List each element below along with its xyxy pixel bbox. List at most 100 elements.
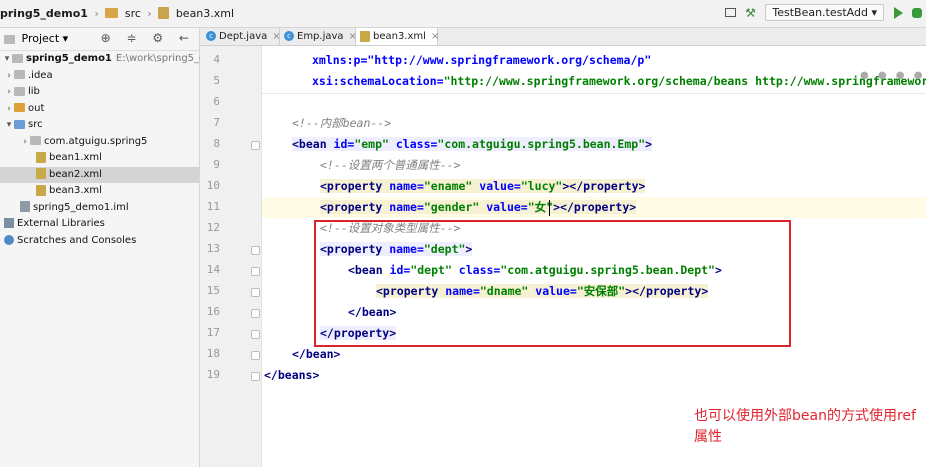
code-attr: name=	[389, 179, 424, 193]
toolbar: ⚒ TestBean.testAdd ▾	[719, 4, 926, 24]
tree-item-external-libraries[interactable]: External Libraries	[0, 216, 199, 233]
tree-item-bean1[interactable]: bean1.xml	[0, 150, 199, 167]
tree-item-label: External Libraries	[17, 218, 105, 229]
project-panel-header: Project ▾ ⊕ ≑ ⚙ ←	[0, 28, 199, 51]
fold-marker-icon[interactable]	[251, 141, 260, 150]
code-value: "lucy"	[520, 179, 563, 193]
project-view-select[interactable]: Project ▾	[4, 32, 68, 45]
line-number: 7	[213, 116, 220, 129]
close-icon[interactable]: ×	[431, 31, 439, 42]
run-config-label: TestBean.testAdd	[772, 6, 868, 19]
line-number: 9	[213, 158, 220, 171]
debug-icon[interactable]	[912, 7, 922, 18]
code-attr: value=	[472, 179, 521, 193]
chevron-right-icon[interactable]: ›	[4, 68, 14, 85]
line-number: 18	[206, 347, 220, 360]
fold-marker-icon[interactable]	[251, 330, 260, 339]
tab-dept-java[interactable]: c Dept.java ×	[202, 28, 281, 45]
fold-marker-icon[interactable]	[251, 288, 260, 297]
tree-item-lib[interactable]: › lib	[0, 84, 199, 101]
fold-marker-icon[interactable]	[251, 351, 260, 360]
line-number: 17	[206, 326, 220, 339]
code-attr: name=	[389, 200, 424, 214]
code-tag: ></property>	[553, 200, 637, 214]
chevron-down-icon: ▾	[62, 32, 69, 45]
project-panel-tools[interactable]: ⊕ ≑ ⚙ ←	[101, 31, 195, 45]
chevron-right-icon[interactable]: ›	[4, 101, 14, 118]
divider	[262, 93, 926, 94]
browser-preview-icons[interactable]: ● ● ● ●	[860, 70, 925, 81]
tab-label: Emp.java	[297, 31, 344, 42]
tab-bean3-xml[interactable]: bean3.xml ×	[356, 28, 439, 45]
source-folder-icon	[14, 119, 25, 129]
tree-item-bean2[interactable]: bean2.xml	[0, 166, 199, 183]
chevron-down-icon: ▾	[871, 6, 877, 19]
tree-item-label: out	[28, 102, 45, 114]
breadcrumb-file[interactable]: bean3.xml	[176, 7, 234, 20]
tree-item-out[interactable]: › out	[0, 101, 199, 118]
folder-icon	[105, 8, 119, 18]
code-attr: class=	[388, 137, 438, 151]
line-number: 10	[206, 179, 220, 192]
tree-item-label: lib	[28, 86, 40, 97]
code-line-18: </bean>	[292, 344, 340, 365]
xml-file-icon	[360, 30, 370, 42]
tree-item-src[interactable]: ▾ src	[0, 117, 199, 134]
line-number: 5	[213, 74, 220, 87]
code-tag: </bean>	[292, 347, 341, 361]
code-tag: <property	[320, 200, 390, 214]
folder-icon	[14, 103, 25, 112]
navigation-bar: pring5_demo1 › src › bean3.xml ⚒ TestBea…	[0, 0, 926, 28]
tab-emp-java[interactable]: c Emp.java ×	[280, 28, 357, 45]
chevron-right-icon[interactable]: ›	[4, 84, 14, 101]
tree-item-label: Scratches and Consoles	[17, 234, 137, 246]
fold-marker-icon[interactable]	[251, 267, 260, 276]
tree-item-scratches[interactable]: Scratches and Consoles	[0, 233, 199, 250]
tree-item-idea[interactable]: › .idea	[0, 68, 199, 85]
editor-gutter: 4 5 6 7 8 9 10 11 12 13 14 15 16 17 18 1…	[200, 46, 262, 467]
code-tag: ></property>	[562, 179, 646, 193]
code-value: "ename"	[423, 179, 473, 193]
annotation-note: 也可以使用外部bean的方式使用ref属性	[694, 408, 916, 445]
chevron-down-icon[interactable]: ▾	[2, 51, 12, 68]
structure-icon[interactable]	[724, 8, 736, 17]
tree-item-iml[interactable]: spring5_demo1.iml	[0, 200, 199, 217]
code-line-7: <!--内部bean-->	[292, 113, 391, 134]
java-class-icon: c	[206, 31, 216, 41]
folder-icon	[14, 70, 25, 79]
chevron-down-icon[interactable]: ▾	[4, 117, 14, 134]
tree-item-bean3[interactable]: bean3.xml	[0, 183, 199, 200]
tab-label: Dept.java	[219, 31, 268, 42]
hammer-icon[interactable]: ⚒	[745, 6, 756, 20]
code-attr: id=	[333, 137, 355, 151]
run-configuration-select[interactable]: TestBean.testAdd ▾	[765, 4, 884, 21]
code-line-10: <property name="ename" value="lucy"></pr…	[320, 176, 646, 197]
fold-marker-icon[interactable]	[251, 246, 260, 255]
code-value: "com.atguigu.spring5.bean.Emp"	[437, 137, 646, 151]
line-number: 19	[206, 368, 220, 381]
code-comment: <!--设置两个普通属性-->	[320, 158, 461, 172]
breadcrumb-project[interactable]: pring5_demo1	[0, 7, 88, 20]
breadcrumb: pring5_demo1 › src › bean3.xml	[0, 6, 234, 20]
line-number: 12	[206, 221, 220, 234]
code-line-8: <bean id="emp" class="com.atguigu.spring…	[292, 134, 653, 155]
run-icon[interactable]	[893, 6, 903, 19]
line-number: 11	[206, 200, 220, 213]
module-folder-icon	[12, 53, 23, 63]
tree-item-label: bean3.xml	[49, 185, 102, 196]
code-tag: <bean	[292, 137, 334, 151]
code-text: "http://www.springframework.org/schema/b…	[443, 74, 926, 88]
code-value: "gender"	[423, 200, 480, 214]
tree-item-project-root[interactable]: ▾ spring5_demo1 E:\work\spring5_demo1	[0, 51, 234, 68]
fold-marker-icon[interactable]	[251, 309, 260, 318]
tree-item-package[interactable]: › com.atguigu.spring5	[0, 134, 199, 151]
package-icon	[30, 136, 41, 145]
chevron-right-icon[interactable]: ›	[20, 134, 30, 151]
xml-file-icon	[36, 151, 46, 163]
code-text: xmlns:p="http://www.springframework.org/…	[312, 53, 652, 67]
tree-item-label: bean2.xml	[49, 168, 102, 180]
code-line-9: <!--设置两个普通属性-->	[320, 155, 460, 176]
breadcrumb-folder[interactable]: src	[125, 7, 141, 20]
fold-marker-icon[interactable]	[251, 372, 260, 381]
java-class-icon: c	[284, 31, 294, 41]
